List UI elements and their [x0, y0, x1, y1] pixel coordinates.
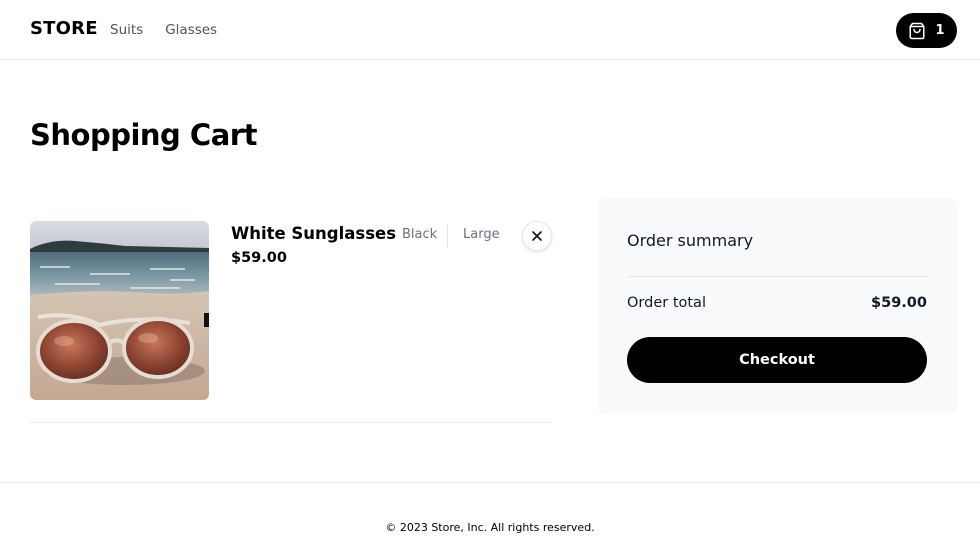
product-price: $59.00 — [231, 250, 287, 266]
main-nav: Suits Glasses — [110, 22, 217, 38]
checkout-button[interactable]: Checkout — [627, 337, 927, 383]
order-total-value: $59.00 — [871, 295, 927, 311]
order-summary: Order summary Order total $59.00 Checkou… — [597, 198, 957, 413]
summary-divider — [627, 276, 927, 277]
product-size: Large — [463, 227, 500, 242]
copyright-text: © 2023 Store, Inc. All rights reserved. — [385, 521, 595, 534]
shopping-bag-icon — [909, 22, 925, 39]
order-summary-title: Order summary — [627, 231, 754, 250]
sunglasses-photo — [30, 221, 209, 400]
store-logo[interactable]: STORE — [30, 18, 98, 39]
site-footer: © 2023 Store, Inc. All rights reserved. — [0, 482, 980, 551]
close-icon — [532, 231, 542, 241]
nav-link-suits[interactable]: Suits — [110, 22, 143, 38]
product-image[interactable] — [30, 221, 209, 400]
cart-button[interactable]: 1 — [896, 13, 957, 48]
nav-link-glasses[interactable]: Glasses — [165, 22, 217, 38]
site-header: STORE Suits Glasses 1 — [0, 0, 980, 60]
order-total-label: Order total — [627, 295, 706, 311]
product-name: White Sunglasses — [231, 224, 397, 243]
cart-item: White Sunglasses $59.00 Black Large — [30, 221, 552, 423]
remove-item-button[interactable] — [522, 221, 552, 251]
product-color: Black — [402, 227, 438, 242]
cart-count: 1 — [935, 23, 945, 38]
page-title: Shopping Cart — [30, 118, 257, 152]
attribute-divider — [447, 224, 448, 247]
